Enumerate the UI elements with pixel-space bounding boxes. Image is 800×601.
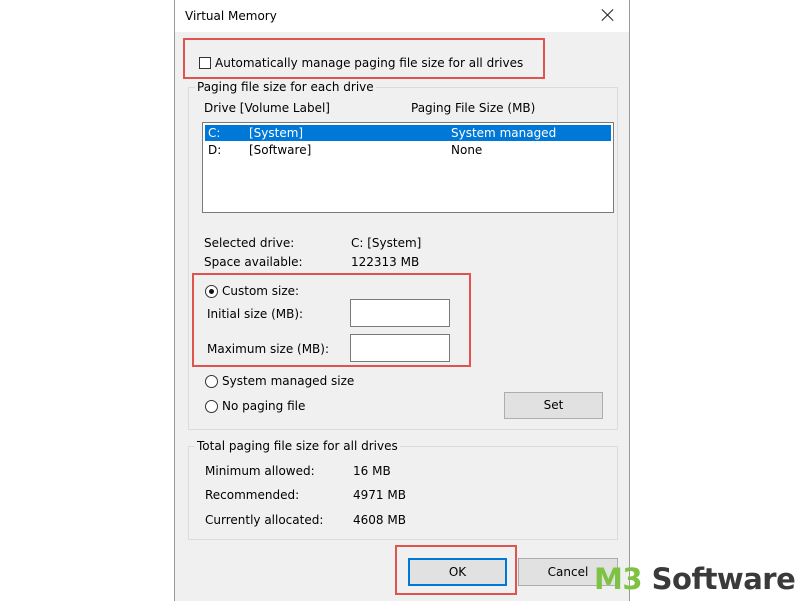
currently-allocated-value: 4608 MB [353, 513, 406, 527]
logo-m3: M3 [594, 562, 643, 596]
set-button[interactable]: Set [504, 392, 603, 419]
initial-size-label: Initial size (MB): [207, 307, 304, 321]
drive-paging-size: None [451, 143, 483, 157]
maximum-size-label: Maximum size (MB): [207, 342, 330, 356]
no-paging-label[interactable]: No paging file [222, 399, 305, 413]
space-available-value: 122313 MB [351, 255, 420, 269]
initial-size-input[interactable] [350, 299, 450, 327]
no-paging-radio[interactable] [205, 400, 218, 413]
minimum-allowed-label: Minimum allowed: [205, 464, 315, 478]
auto-manage-label[interactable]: Automatically manage paging file size fo… [215, 56, 523, 70]
selected-drive-label: Selected drive: [204, 236, 295, 250]
title-bar: Virtual Memory [175, 0, 629, 32]
drive-letter: C: [208, 126, 221, 140]
system-managed-label[interactable]: System managed size [222, 374, 354, 388]
ok-button[interactable]: OK [408, 558, 507, 586]
custom-size-label[interactable]: Custom size: [222, 284, 299, 298]
column-header-size: Paging File Size (MB) [411, 101, 536, 115]
drive-letter: D: [208, 143, 222, 157]
drive-row-c[interactable]: C: [System] System managed [205, 125, 611, 141]
close-icon[interactable] [597, 5, 619, 27]
window-title: Virtual Memory [185, 9, 277, 23]
drive-list[interactable]: C: [System] System managed D: [Software]… [202, 122, 614, 213]
recommended-label: Recommended: [205, 488, 300, 502]
maximum-size-input[interactable] [350, 334, 450, 362]
paging-group-title: Paging file size for each drive [195, 80, 376, 94]
drive-paging-size: System managed [451, 126, 557, 140]
auto-manage-checkbox[interactable] [199, 57, 211, 69]
virtual-memory-dialog: Virtual Memory Automatically manage pagi… [174, 0, 630, 601]
currently-allocated-label: Currently allocated: [205, 513, 324, 527]
m3-software-logo: M3 Software [594, 562, 796, 596]
space-available-label: Space available: [204, 255, 303, 269]
custom-size-radio[interactable] [205, 285, 218, 298]
logo-software: Software [642, 562, 796, 596]
drive-row-d[interactable]: D: [Software] None [205, 142, 611, 158]
drive-volume-label: [System] [249, 126, 304, 140]
drive-volume-label: [Software] [249, 143, 312, 157]
recommended-value: 4971 MB [353, 488, 406, 502]
column-header-drive: Drive [Volume Label] [204, 101, 330, 115]
selected-drive-value: C: [System] [351, 236, 422, 250]
system-managed-radio[interactable] [205, 375, 218, 388]
minimum-allowed-value: 16 MB [353, 464, 391, 478]
totals-group-title: Total paging file size for all drives [195, 439, 400, 453]
